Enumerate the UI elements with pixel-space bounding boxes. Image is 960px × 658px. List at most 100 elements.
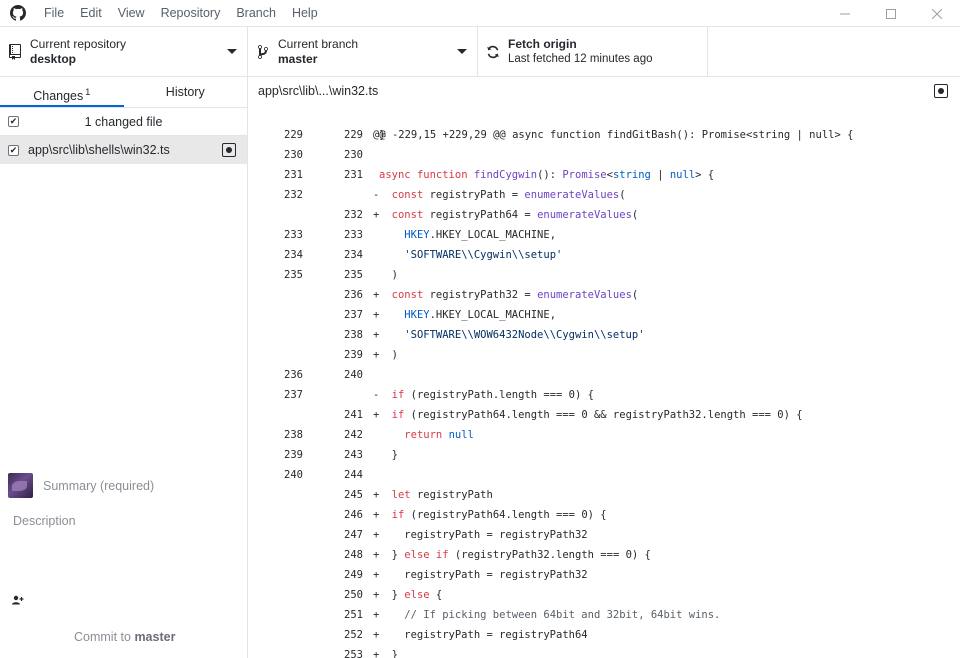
current-branch-label: Current branch bbox=[278, 37, 359, 51]
old-line-number: 239 bbox=[284, 449, 303, 461]
last-fetched-status: Last fetched 12 minutes ago bbox=[508, 53, 653, 65]
code-text: registryPath = registryPath64 bbox=[379, 629, 588, 641]
current-repository-button[interactable]: Current repository desktop bbox=[0, 27, 248, 77]
diff-line[interactable]: 247 + registryPath = registryPath32 bbox=[248, 525, 960, 545]
diff-line[interactable]: 252 + registryPath = registryPath64 bbox=[248, 625, 960, 645]
changed-files-header: ✔ 1 changed file bbox=[0, 108, 247, 136]
code-text: } else { bbox=[379, 589, 443, 601]
file-modified-icon bbox=[934, 84, 948, 98]
old-line-number: 240 bbox=[284, 469, 303, 481]
diff-line[interactable]: 249 + registryPath = registryPath32 bbox=[248, 565, 960, 585]
old-line-number: 234 bbox=[284, 249, 303, 261]
diff-line[interactable]: 237- if (registryPath.length === 0) { bbox=[248, 385, 960, 405]
old-line-number: 236 bbox=[284, 369, 303, 381]
commit-form: Summary (required) Description Commit to… bbox=[0, 469, 247, 658]
close-button[interactable] bbox=[914, 0, 960, 27]
old-line-number: 232 bbox=[284, 189, 303, 201]
new-line-number: 236 bbox=[344, 289, 363, 301]
diff-line[interactable]: 245 + let registryPath bbox=[248, 485, 960, 505]
diff-line[interactable]: 231 231 async function findCygwin(): Promi… bbox=[248, 165, 960, 185]
code-text: let registryPath bbox=[391, 489, 493, 501]
new-line-number: 243 bbox=[344, 449, 363, 461]
code-text: ) bbox=[379, 349, 398, 361]
code-text: const registryPath = enumerateValues( bbox=[391, 189, 626, 201]
menu-view[interactable]: View bbox=[110, 0, 153, 27]
minimize-button[interactable] bbox=[822, 0, 868, 27]
select-all-checkbox[interactable]: ✔ bbox=[8, 116, 19, 127]
description-input[interactable]: Description bbox=[13, 514, 76, 528]
tab-changes[interactable]: Changes 1 bbox=[0, 77, 124, 107]
new-line-number: 237 bbox=[344, 309, 363, 321]
old-line-number: 230 bbox=[284, 149, 303, 161]
file-modified-icon bbox=[222, 143, 236, 157]
diff-line[interactable]: 238 + 'SOFTWARE\\WOW6432Node\\Cygwin\\set… bbox=[248, 325, 960, 345]
minimize-icon bbox=[840, 13, 850, 14]
fetch-origin-button[interactable]: Fetch origin Last fetched 12 minutes ago bbox=[478, 27, 708, 77]
code-text: if (registryPath64.length === 0) { bbox=[391, 509, 607, 521]
new-line-number: 231 bbox=[344, 169, 363, 181]
menu-repository[interactable]: Repository bbox=[153, 0, 229, 27]
commit-button-prefix: Commit to bbox=[74, 630, 135, 644]
diff-line[interactable]: 233 233 HKEY.HKEY_LOCAL_MACHINE, bbox=[248, 225, 960, 245]
current-branch-name: master bbox=[278, 52, 318, 66]
new-line-number: 239 bbox=[344, 349, 363, 361]
diff-line[interactable]: 229 229} bbox=[248, 125, 960, 145]
changed-file-row[interactable]: ✔ app\src\lib\shells\win32.ts bbox=[0, 136, 247, 164]
diff-line[interactable]: 237 + HKEY.HKEY_LOCAL_MACHINE, bbox=[248, 305, 960, 325]
diff-line[interactable]: 251 + // If picking between 64bit and 32b… bbox=[248, 605, 960, 625]
diff-line[interactable]: 236 240 bbox=[248, 365, 960, 385]
commit-button[interactable]: Commit to master bbox=[74, 630, 175, 644]
toolbar: Current repository desktop Current branc… bbox=[0, 27, 960, 77]
maximize-button[interactable] bbox=[868, 0, 914, 27]
code-text: if (registryPath.length === 0) { bbox=[391, 389, 594, 401]
diff-line[interactable]: 236 + const registryPath32 = enumerateVal… bbox=[248, 285, 960, 305]
new-line-number: 244 bbox=[344, 469, 363, 481]
code-text: registryPath = registryPath32 bbox=[379, 529, 588, 541]
summary-input[interactable]: Summary (required) bbox=[43, 479, 154, 493]
new-line-number: 247 bbox=[344, 529, 363, 541]
current-repository-name: desktop bbox=[30, 52, 77, 66]
diff-line[interactable]: 235 235 ) bbox=[248, 265, 960, 285]
diff-line[interactable]: 246 + if (registryPath64.length === 0) { bbox=[248, 505, 960, 525]
diff-line[interactable]: 238 242 return null bbox=[248, 425, 960, 445]
new-line-number: 241 bbox=[344, 409, 363, 421]
commit-button-branch: master bbox=[134, 630, 176, 644]
code-text: 'SOFTWARE\\Cygwin\\setup' bbox=[404, 249, 563, 261]
diff-line[interactable]: 248 + } else if (registryPath32.length ==… bbox=[248, 545, 960, 565]
diff-line[interactable]: 230 230 bbox=[248, 145, 960, 165]
menu-branch[interactable]: Branch bbox=[228, 0, 284, 27]
code-text: registryPath = registryPath32 bbox=[379, 569, 588, 581]
diff-line[interactable]: 239 + ) bbox=[248, 345, 960, 365]
add-coauthor-icon[interactable] bbox=[12, 595, 24, 608]
code-text: } bbox=[379, 649, 398, 658]
new-line-number: 245 bbox=[344, 489, 363, 501]
current-branch-button[interactable]: Current branch master bbox=[248, 27, 478, 77]
code-text: HKEY.HKEY_LOCAL_MACHINE, bbox=[404, 229, 557, 241]
diff-line[interactable]: 234 234 'SOFTWARE\\Cygwin\\setup' bbox=[248, 245, 960, 265]
diff-line[interactable]: 232- const registryPath = enumerateValue… bbox=[248, 185, 960, 205]
menu-file[interactable]: File bbox=[36, 0, 72, 27]
code-text: } bbox=[379, 129, 386, 141]
diff-line[interactable]: 253 + } bbox=[248, 645, 960, 658]
diff-line[interactable]: 240 244 bbox=[248, 465, 960, 485]
menu-edit[interactable]: Edit bbox=[72, 0, 110, 27]
menu-help[interactable]: Help bbox=[284, 0, 326, 27]
old-line-number: 229 bbox=[284, 129, 303, 141]
code-text: } bbox=[379, 449, 398, 461]
tab-changes-label: Changes bbox=[33, 89, 84, 104]
diff-line[interactable]: 239 243 } bbox=[248, 445, 960, 465]
diff-line[interactable]: 250 + } else { bbox=[248, 585, 960, 605]
menu-bar: File Edit View Repository Branch Help bbox=[36, 0, 326, 27]
new-line-number: 232 bbox=[344, 209, 363, 221]
diff-line[interactable]: 241 + if (registryPath64.length === 0 && … bbox=[248, 405, 960, 425]
tab-history-label: History bbox=[165, 85, 205, 99]
old-line-number: 231 bbox=[284, 169, 303, 181]
diff-view[interactable]: @@ -229,15 +229,29 @@ async function fin… bbox=[248, 105, 960, 658]
old-line-number: 237 bbox=[284, 389, 303, 401]
file-include-checkbox[interactable]: ✔ bbox=[8, 144, 19, 156]
tab-history[interactable]: History bbox=[124, 77, 248, 107]
diff-header: app\src\lib\...\win32.ts bbox=[248, 77, 960, 105]
diff-line[interactable]: 232 + const registryPath64 = enumerateVal… bbox=[248, 205, 960, 225]
code-text: async function findCygwin(): Promise<str… bbox=[379, 169, 715, 181]
code-text: const registryPath32 = enumerateValues( bbox=[391, 289, 639, 301]
